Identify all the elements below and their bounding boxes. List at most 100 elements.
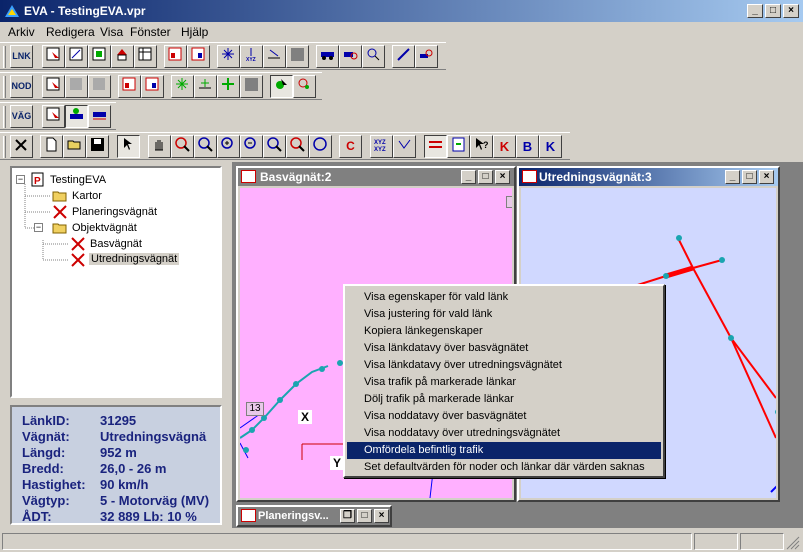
node-edit-icon[interactable]	[65, 75, 88, 98]
node-select-icon[interactable]	[42, 75, 65, 98]
ctx-visa-egenskaper[interactable]: Visa egenskaper för vald länk	[347, 289, 661, 306]
minimize-button[interactable]: _	[747, 4, 763, 18]
node-star-icon[interactable]	[171, 75, 194, 98]
node-label-edge	[506, 196, 512, 208]
utredningsvagnat-titlebar[interactable]: Utredningsvägnät:3 _ □ ×	[519, 168, 778, 186]
bas-maximize-button[interactable]: □	[478, 170, 493, 184]
menu-arkiv[interactable]: Arkiv	[8, 25, 35, 39]
road-select-icon[interactable]	[42, 105, 65, 128]
toolbar-link: LNK XYZ	[0, 42, 446, 70]
node-pointer-icon[interactable]	[270, 75, 293, 98]
link-report-icon[interactable]	[164, 45, 187, 68]
window-planeringsvagnat-minimized[interactable]: Planeringsv... ❐ □ ×	[236, 505, 392, 527]
zoom-extent-icon[interactable]	[286, 135, 309, 158]
k2-button[interactable]: K	[539, 135, 562, 158]
transfer-icon[interactable]	[447, 135, 470, 158]
ctx-dolj-trafik[interactable]: Dölj trafik på markerade länkar	[347, 391, 661, 408]
pan-hand-icon[interactable]	[148, 135, 171, 158]
road-car-icon[interactable]	[88, 105, 111, 128]
c-button[interactable]: C	[339, 135, 362, 158]
zoom-plus-icon[interactable]	[217, 135, 240, 158]
link-table-icon[interactable]	[134, 45, 157, 68]
menu-hjalp[interactable]: Hjälp	[181, 25, 208, 39]
ctx-noddatavy-utr[interactable]: Visa noddatavy över utredningsvägnätet	[347, 425, 661, 442]
zoom-previous-icon[interactable]	[263, 135, 286, 158]
node-measure-icon[interactable]	[194, 75, 217, 98]
k-button[interactable]: K	[493, 135, 516, 158]
ctx-omfordela-trafik[interactable]: Omfördela befintlig trafik	[347, 442, 661, 459]
link-select-icon[interactable]	[42, 45, 65, 68]
status-bar	[0, 530, 803, 552]
link-properties-icon[interactable]	[88, 45, 111, 68]
link-report2-icon[interactable]	[187, 45, 210, 68]
bas-close-button[interactable]: ×	[495, 170, 510, 184]
plan-restore-button[interactable]: ❐	[340, 509, 355, 523]
node-report-icon[interactable]	[118, 75, 141, 98]
tools-icon[interactable]	[10, 135, 33, 158]
utr-minimize-button[interactable]: _	[725, 170, 740, 184]
context-menu: Visa egenskaper för vald länk Visa juste…	[343, 284, 665, 478]
node-blank-icon[interactable]	[240, 75, 263, 98]
plan-close-button[interactable]: ×	[374, 509, 389, 523]
maximize-button[interactable]: □	[765, 4, 781, 18]
link-blank-icon[interactable]	[286, 45, 309, 68]
menu-redigera[interactable]: Redigera	[46, 25, 95, 39]
ctx-kopiera-lankegenskaper[interactable]: Kopiera länkegenskaper	[347, 323, 661, 340]
road-network-icon[interactable]	[65, 105, 88, 128]
status-panel-3	[740, 533, 784, 550]
link-car-search-icon[interactable]	[339, 45, 362, 68]
node-delete-icon[interactable]	[88, 75, 111, 98]
b-button[interactable]: B	[516, 135, 539, 158]
link-car-icon[interactable]	[316, 45, 339, 68]
ctx-visa-justering[interactable]: Visa justering för vald länk	[347, 306, 661, 323]
close-button[interactable]: ×	[783, 4, 799, 18]
resize-grip-icon[interactable]	[786, 536, 800, 550]
link-pen-icon[interactable]	[392, 45, 415, 68]
zoom-out-icon[interactable]	[194, 135, 217, 158]
link-house-icon[interactable]	[111, 45, 134, 68]
plan-maximize-button[interactable]: □	[357, 509, 372, 523]
link-zoom-icon[interactable]	[362, 45, 385, 68]
ctx-set-defaultvarden[interactable]: Set defaultvärden för noder och länkar d…	[347, 459, 661, 476]
menu-fonster[interactable]: Fönster	[130, 25, 171, 39]
bas-minimize-button[interactable]: _	[461, 170, 476, 184]
save-icon[interactable]	[86, 135, 109, 158]
link-arrows-icon[interactable]	[424, 135, 447, 158]
zoom-window-icon[interactable]	[309, 135, 332, 158]
basvagnat-titlebar[interactable]: Basvägnät:2 _ □ ×	[238, 168, 514, 186]
nod-button[interactable]: NOD	[10, 75, 33, 98]
toolbar-standard: C XYZ XYZ ? K B K	[0, 132, 570, 160]
link-star-icon[interactable]	[217, 45, 240, 68]
new-file-icon[interactable]	[40, 135, 63, 158]
ctx-lankdatavy-bas[interactable]: Visa länkdatavy över basvägnätet	[347, 340, 661, 357]
utr-close-button[interactable]: ×	[759, 170, 774, 184]
title-bar: EVA - TestingEVA.vpr _ □ ×	[0, 0, 803, 22]
planeringsvagnat-titlebar[interactable]: Planeringsv... ❐ □ ×	[238, 507, 390, 525]
axis-y-label: Y	[330, 456, 344, 470]
link-measure-icon[interactable]	[263, 45, 286, 68]
lnk-button[interactable]: LNK	[10, 45, 33, 68]
utr-maximize-button[interactable]: □	[742, 170, 757, 184]
node-connect-icon[interactable]	[393, 135, 416, 158]
ctx-noddatavy-bas[interactable]: Visa noddatavy över basvägnätet	[347, 408, 661, 425]
tree-view-icon[interactable]	[117, 135, 140, 158]
vag-button[interactable]: VÄG	[10, 105, 33, 128]
zoom-in-icon[interactable]	[171, 135, 194, 158]
ctx-lankdatavy-utr[interactable]: Visa länkdatavy över utredningsvägnätet	[347, 357, 661, 374]
node-search-icon[interactable]	[293, 75, 316, 98]
help-pointer-icon[interactable]: ?	[470, 135, 493, 158]
xyz-icon[interactable]: XYZ XYZ	[370, 135, 393, 158]
node-report2-icon[interactable]	[141, 75, 164, 98]
link-edit-icon[interactable]	[65, 45, 88, 68]
link-xyz-icon[interactable]: XYZ	[240, 45, 263, 68]
menu-visa[interactable]: Visa	[100, 25, 123, 39]
link-info-panel: LänkID: 31295 Vägnät: Utredningsvägnä Läng…	[10, 405, 222, 525]
toolbar-road: VÄG	[0, 102, 116, 130]
open-folder-icon[interactable]	[63, 135, 86, 158]
zoom-minus-icon[interactable]	[240, 135, 263, 158]
node-move-icon[interactable]	[217, 75, 240, 98]
ctx-visa-trafik[interactable]: Visa trafik på markerade länkar	[347, 374, 661, 391]
svg-text:XYZ: XYZ	[246, 57, 256, 63]
project-tree: − P TestingEVA Kartor Planeringsvägnät −…	[10, 166, 222, 398]
link-car-zoom-icon[interactable]	[415, 45, 438, 68]
